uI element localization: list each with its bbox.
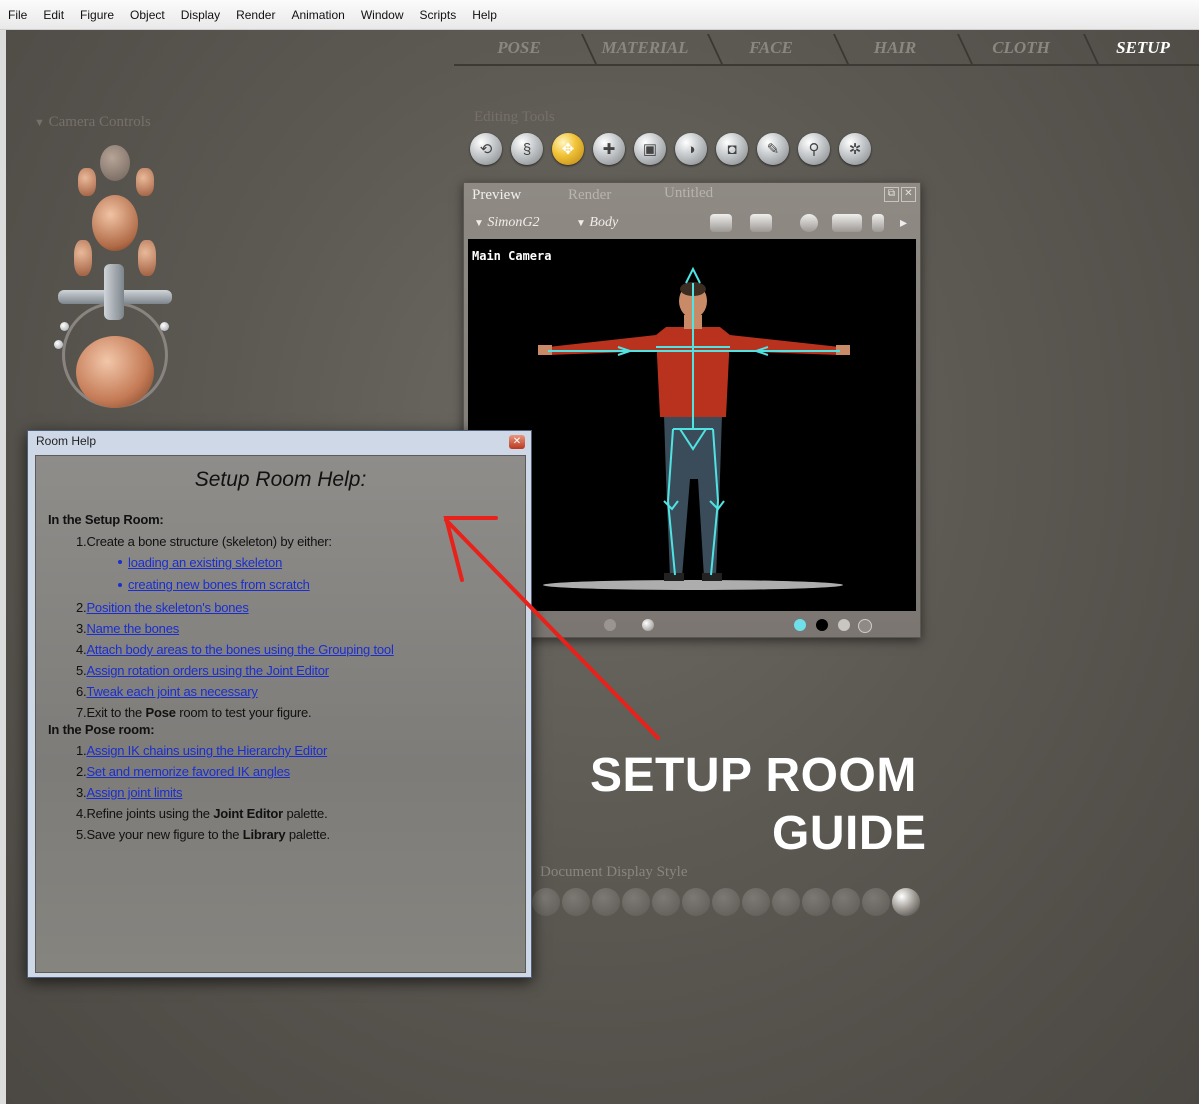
arrow-shaft [444,518,660,740]
annotation-arrow [443,516,660,740]
